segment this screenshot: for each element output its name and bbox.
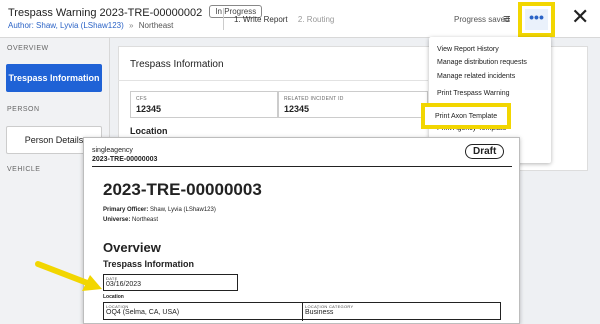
report-app: Trespass Warning 2023-TRE-00000002 In Pr… (0, 0, 600, 324)
arrow-icon (35, 261, 102, 291)
